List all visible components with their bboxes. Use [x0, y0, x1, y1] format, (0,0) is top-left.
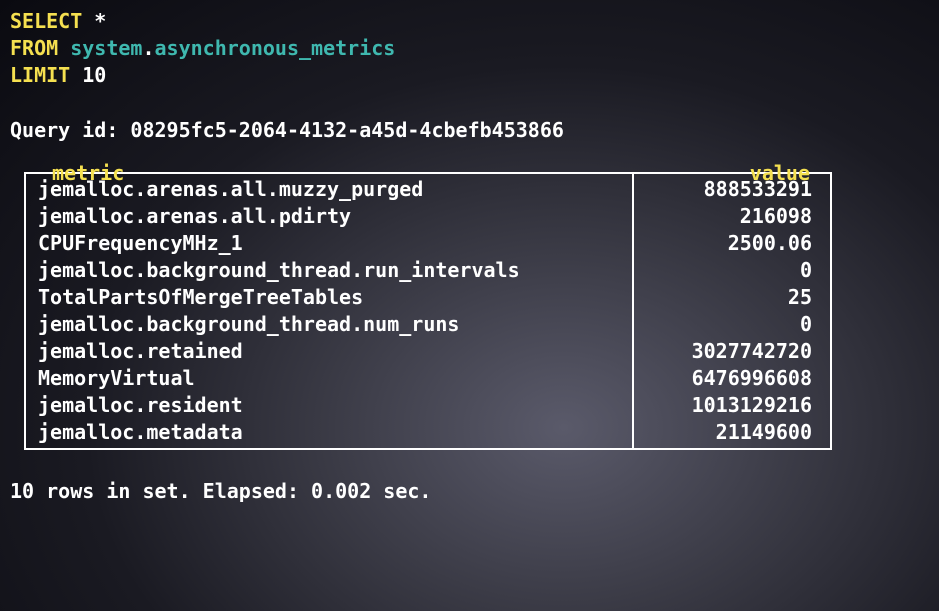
table-row: jemalloc.background_thread.num_runs	[26, 311, 632, 338]
table-row: jemalloc.metadata	[26, 419, 632, 446]
table-row: 216098	[634, 203, 830, 230]
query-id-value: 08295fc5-2064-4132-a45d-4cbefb453866	[130, 118, 563, 142]
table-row: jemalloc.arenas.all.pdirty	[26, 203, 632, 230]
query-id-line: Query id: 08295fc5-2064-4132-a45d-4cbefb…	[10, 117, 929, 144]
metric-column: metric jemalloc.arenas.all.muzzy_purged …	[24, 172, 634, 450]
keyword-select: SELECT	[10, 9, 82, 33]
table-dot: .	[142, 36, 154, 60]
table-row: 0	[634, 311, 830, 338]
table-name: asynchronous_metrics	[155, 36, 396, 60]
limit-number: 10	[70, 63, 106, 87]
table-row: 3027742720	[634, 338, 830, 365]
table-row: 6476996608	[634, 365, 830, 392]
table-row: 2500.06	[634, 230, 830, 257]
result-table: metric jemalloc.arenas.all.muzzy_purged …	[10, 172, 929, 450]
table-row: 21149600	[634, 419, 830, 446]
table-row: TotalPartsOfMergeTreeTables	[26, 284, 632, 311]
keyword-limit: LIMIT	[10, 63, 70, 87]
table-row: jemalloc.retained	[26, 338, 632, 365]
column-header-metric: metric	[52, 160, 124, 187]
result-summary: 10 rows in set. Elapsed: 0.002 sec.	[10, 478, 929, 505]
query-line-3: LIMIT 10	[10, 62, 929, 89]
table-row: 0	[634, 257, 830, 284]
query-id-label: Query id:	[10, 118, 130, 142]
query-line-2: FROM system.asynchronous_metrics	[10, 35, 929, 62]
table-schema: system	[58, 36, 142, 60]
column-header-value: value	[750, 160, 810, 187]
table-row: jemalloc.resident	[26, 392, 632, 419]
table-row: 25	[634, 284, 830, 311]
table-row: 1013129216	[634, 392, 830, 419]
table-row: CPUFrequencyMHz_1	[26, 230, 632, 257]
table-row: jemalloc.background_thread.run_intervals	[26, 257, 632, 284]
keyword-from: FROM	[10, 36, 58, 60]
query-line-1: SELECT *	[10, 8, 929, 35]
select-star: *	[82, 9, 106, 33]
value-column: value 888533291 216098 2500.06 0 25 0 30…	[632, 172, 832, 450]
table-row: MemoryVirtual	[26, 365, 632, 392]
